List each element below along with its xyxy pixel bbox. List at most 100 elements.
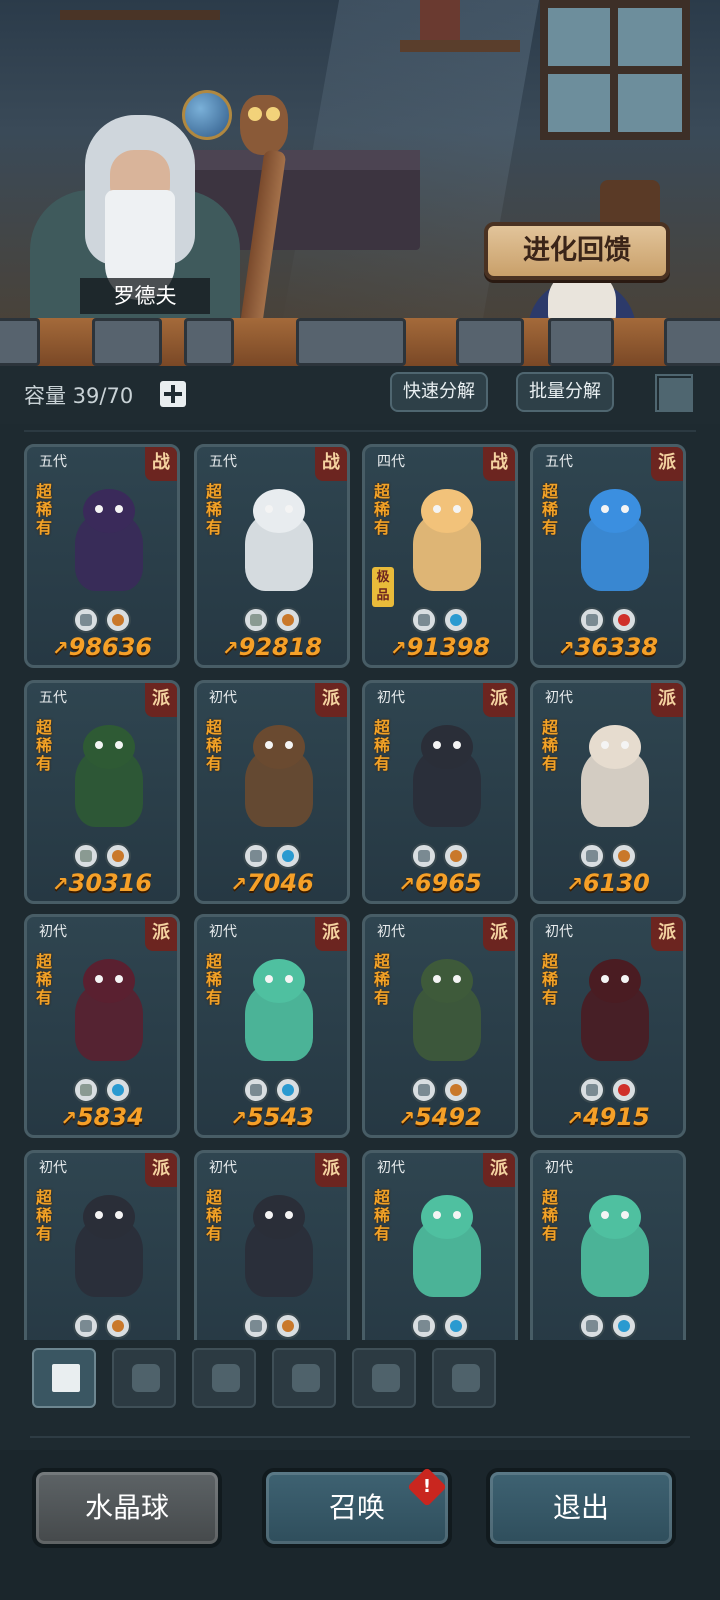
combat-power-value: 91398 (406, 633, 491, 661)
quick-decompose-button[interactable]: 快速分解 (390, 372, 488, 412)
earth-icon (275, 1313, 301, 1339)
power-icon: ↗ (566, 872, 583, 896)
monster-card[interactable]: 五代 派超稀有 ↗36338 (530, 444, 686, 668)
monster-sprite (61, 1189, 157, 1307)
monster-sprite (231, 1189, 327, 1307)
npc-name-tag: 罗德夫 (80, 278, 210, 314)
earth-icon (443, 843, 469, 869)
power-icon: ↗ (566, 1106, 583, 1130)
fist-icon (243, 1313, 269, 1339)
fist-icon (411, 843, 437, 869)
filter-tab-fist[interactable] (112, 1348, 176, 1408)
generation-label: 初代 (545, 690, 573, 706)
monster-sprite (231, 719, 327, 837)
monster-card[interactable]: 初代 派超稀有 ↗6130 (530, 680, 686, 904)
shield-icon (212, 1364, 240, 1392)
water-icon (105, 1077, 131, 1103)
shelf (60, 10, 220, 20)
rarity-label: 超稀有 (206, 482, 223, 537)
shield-icon (243, 843, 269, 869)
rarity-label: 超稀有 (36, 718, 53, 773)
batch-decompose-button[interactable]: 批量分解 (516, 372, 614, 412)
filter-tab-bar (0, 1340, 720, 1450)
combat-power-value: 30316 (68, 869, 153, 897)
combat-power: ↗5492 (365, 1103, 515, 1131)
attribute-icons (73, 607, 143, 633)
window (540, 0, 690, 140)
attribute-icons (73, 1313, 143, 1339)
faction-badge: 派 (145, 1153, 177, 1187)
monster-card[interactable]: 初代 派超稀有 ↗5543 (194, 914, 350, 1138)
fist-icon (579, 1313, 605, 1339)
grid-view-icon[interactable] (655, 374, 693, 412)
filter-tab-tower[interactable] (432, 1348, 496, 1408)
generation-label: 初代 (377, 1160, 405, 1176)
monster-sprite (567, 719, 663, 837)
monster-sprite (231, 483, 327, 601)
rarity-label: 超稀有 (36, 952, 53, 1007)
fire-icon (611, 607, 637, 633)
combat-power-value: 4915 (582, 1103, 650, 1131)
earth-icon (105, 607, 131, 633)
monster-card[interactable]: 五代 战超稀有 ↗92818 (194, 444, 350, 668)
monster-card[interactable]: 初代 派超稀有 ↗5834 (24, 914, 180, 1138)
combat-power-value: 5834 (76, 1103, 144, 1131)
filter-tab-all[interactable] (32, 1348, 96, 1408)
expand-capacity-button[interactable] (160, 381, 186, 407)
monster-card-grid: 五代战超稀有 ↗98636 五代战超稀有 ↗92818 四代战超稀有 极品 ↗91398 五代… (0, 440, 720, 1365)
filter-tab-shield[interactable] (192, 1348, 256, 1408)
earth-icon (105, 843, 131, 869)
leaf-icon (243, 607, 269, 633)
attribute-icons (579, 1077, 649, 1103)
faction-badge: 派 (315, 917, 347, 951)
earth-icon (611, 843, 637, 869)
inventory-toolbar: 容量 39/70 快速分解 批量分解 (0, 366, 720, 424)
combat-power: ↗6130 (533, 869, 683, 897)
filter-tab-leaf[interactable] (272, 1348, 336, 1408)
attribute-icons (243, 843, 313, 869)
all-icon (52, 1364, 80, 1392)
monster-card[interactable]: 初代 派超稀有 (24, 1150, 180, 1365)
combat-power-value: 5543 (246, 1103, 314, 1131)
attribute-icons (243, 1077, 313, 1103)
attribute-icons (579, 607, 649, 633)
monster-card[interactable]: 初代 派超稀有 (362, 1150, 518, 1365)
generation-label: 初代 (39, 1160, 67, 1176)
monster-sprite (61, 483, 157, 601)
water-icon (275, 843, 301, 869)
fist-icon (579, 607, 605, 633)
combat-power: ↗4915 (533, 1103, 683, 1131)
monster-card[interactable]: 五代 派超稀有 ↗30316 (24, 680, 180, 904)
monster-card[interactable]: 初代 派超稀有 ↗5492 (362, 914, 518, 1138)
crystal-ball-button[interactable]: 水晶球 (32, 1468, 222, 1548)
monster-card[interactable]: 初代 派超稀有 ↗7046 (194, 680, 350, 904)
water-icon (443, 1313, 469, 1339)
fist-icon (73, 1313, 99, 1339)
monster-card[interactable]: 初代 超稀有 (530, 1150, 686, 1365)
divider (24, 430, 696, 432)
monster-sprite (399, 953, 495, 1071)
faction-badge: 派 (483, 917, 515, 951)
monster-sprite (399, 1189, 495, 1307)
attribute-icons (73, 1077, 143, 1103)
tower-icon (452, 1364, 480, 1392)
combat-power: ↗7046 (197, 869, 347, 897)
evolution-feedback-button[interactable]: 进化回馈 (484, 222, 670, 280)
faction-badge: 派 (145, 683, 177, 717)
shield-icon (579, 1077, 605, 1103)
monster-sprite (567, 483, 663, 601)
monster-card[interactable]: 初代 派超稀有 ↗6965 (362, 680, 518, 904)
wizard-room-scene: 罗德夫 进化回馈 (0, 0, 720, 330)
monster-card[interactable]: 初代 派超稀有 (194, 1150, 350, 1365)
rarity-label: 超稀有 (542, 1188, 559, 1243)
filter-tab-spirit[interactable] (352, 1348, 416, 1408)
rarity-label: 超稀有 (542, 482, 559, 537)
attribute-icons (243, 1313, 313, 1339)
spirit-icon (372, 1364, 400, 1392)
monster-card[interactable]: 四代 战超稀有 极品 ↗91398 (362, 444, 518, 668)
generation-label: 初代 (377, 690, 405, 706)
power-icon: ↗ (398, 1106, 415, 1130)
exit-button[interactable]: 退出 (486, 1468, 676, 1548)
monster-card[interactable]: 初代 派超稀有 ↗4915 (530, 914, 686, 1138)
monster-card[interactable]: 五代 战超稀有 ↗98636 (24, 444, 180, 668)
